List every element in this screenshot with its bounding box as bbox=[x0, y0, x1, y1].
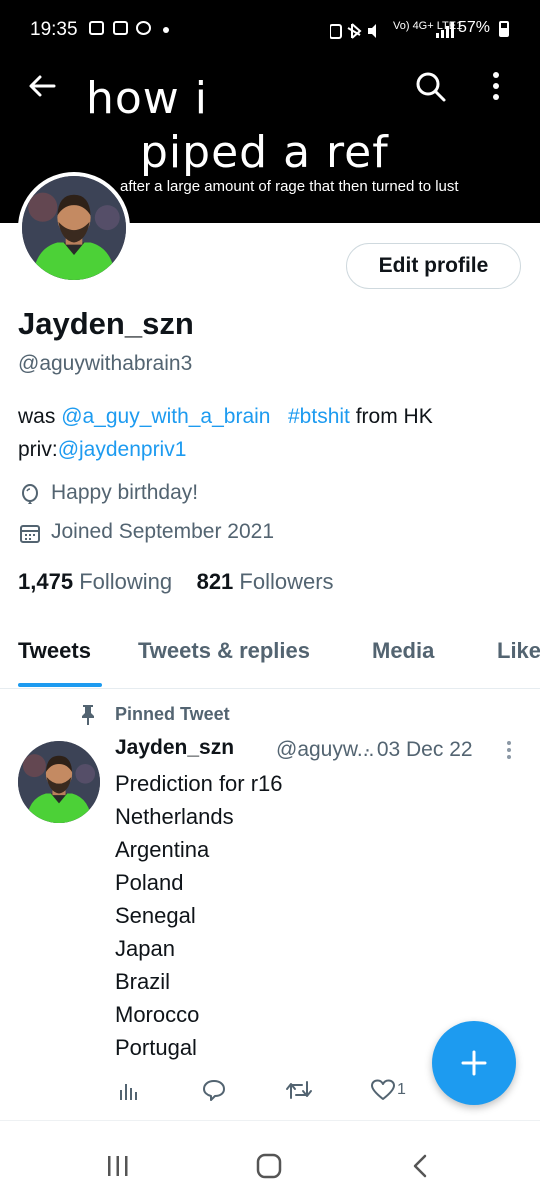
balloon-icon bbox=[22, 484, 38, 504]
pinned-tweet-label: Pinned Tweet bbox=[115, 704, 230, 724]
like-heart-icon[interactable] bbox=[370, 1078, 396, 1102]
signal-strength-icon bbox=[436, 22, 454, 38]
banner-text-line2: piped a ref bbox=[140, 127, 389, 178]
battery-icon bbox=[499, 21, 509, 37]
active-tab-indicator bbox=[18, 683, 102, 687]
bluetooth-mute-icons bbox=[330, 23, 376, 39]
edit-profile-button[interactable]: Edit profile bbox=[346, 243, 521, 289]
following-count: 1,475 bbox=[18, 569, 74, 594]
tweet-author-name[interactable]: Jayden_szn bbox=[115, 736, 234, 760]
tab-media[interactable]: Media bbox=[372, 638, 434, 664]
follow-counts: 1,475 Following 821 Followers bbox=[18, 569, 334, 595]
tweet-author-avatar[interactable] bbox=[18, 741, 100, 823]
avatar-photo bbox=[22, 176, 126, 280]
pin-icon bbox=[82, 705, 94, 725]
tab-likes[interactable]: Likes bbox=[497, 638, 540, 663]
calendar-icon bbox=[20, 525, 40, 543]
bio-hashtag-link[interactable]: #btshit bbox=[288, 405, 350, 428]
more-options-icon[interactable] bbox=[490, 70, 502, 104]
banner-text-line1: how i bbox=[86, 73, 209, 124]
tab-tweets-replies[interactable]: Tweets & replies bbox=[138, 638, 310, 664]
profile-bio: was @a_guy_with_a_brain #btshit from HK … bbox=[18, 400, 528, 466]
reply-icon[interactable] bbox=[201, 1078, 227, 1102]
recent-apps-icon[interactable] bbox=[105, 1154, 131, 1178]
followers-count: 821 bbox=[196, 569, 234, 594]
birthday-link[interactable]: Happy birthday! bbox=[51, 481, 198, 505]
analytics-icon[interactable] bbox=[118, 1078, 140, 1102]
compose-tweet-button[interactable] bbox=[432, 1021, 516, 1105]
bio-mention-link[interactable]: @a_guy_with_a_brain bbox=[61, 405, 270, 428]
following-link[interactable]: 1,475 Following bbox=[18, 569, 172, 594]
plus-icon bbox=[461, 1050, 487, 1076]
battery-percent: 57% bbox=[458, 19, 491, 36]
like-count: 1 bbox=[397, 1081, 406, 1098]
joined-date: Joined September 2021 bbox=[51, 520, 274, 543]
profile-handle: @aguywithabrain3 bbox=[18, 352, 193, 375]
tweet-text: Prediction for r16 Netherlands Argentina… bbox=[115, 771, 283, 1060]
following-label: Following bbox=[79, 569, 173, 594]
retweet-icon[interactable] bbox=[285, 1078, 313, 1102]
banner-caption: after a large amount of rage that then t… bbox=[120, 178, 459, 195]
app-notification-icon bbox=[113, 21, 128, 35]
tweet-date[interactable]: · 03 Dec 22 bbox=[364, 738, 473, 762]
status-time: 19:35 bbox=[30, 19, 78, 40]
tab-tweets[interactable]: Tweets bbox=[18, 638, 91, 664]
search-icon[interactable] bbox=[414, 70, 448, 104]
bio-text: from HK bbox=[349, 405, 433, 428]
back-nav-icon[interactable] bbox=[409, 1153, 431, 1179]
followers-label: Followers bbox=[239, 569, 334, 594]
home-icon[interactable] bbox=[255, 1153, 283, 1179]
tweet-author-handle[interactable]: @aguyw... bbox=[276, 738, 374, 762]
followers-link[interactable]: 821 Followers bbox=[197, 569, 334, 594]
avatar-photo bbox=[18, 741, 100, 823]
back-arrow-icon[interactable] bbox=[26, 70, 58, 102]
bio-text: priv: bbox=[18, 438, 58, 461]
bio-text: was bbox=[18, 405, 62, 428]
bio-priv-mention-link[interactable]: @jaydenpriv1 bbox=[58, 438, 187, 461]
more-notifications-dot-icon bbox=[163, 27, 169, 33]
tab-likes-clip: Likes bbox=[497, 638, 540, 664]
tweet-more-icon[interactable] bbox=[505, 740, 513, 760]
gallery-notification-icon bbox=[89, 21, 104, 35]
settings-notification-icon bbox=[136, 21, 151, 35]
tabs-divider bbox=[0, 688, 540, 689]
profile-avatar[interactable] bbox=[18, 172, 130, 284]
profile-display-name: Jayden_szn bbox=[18, 306, 194, 341]
